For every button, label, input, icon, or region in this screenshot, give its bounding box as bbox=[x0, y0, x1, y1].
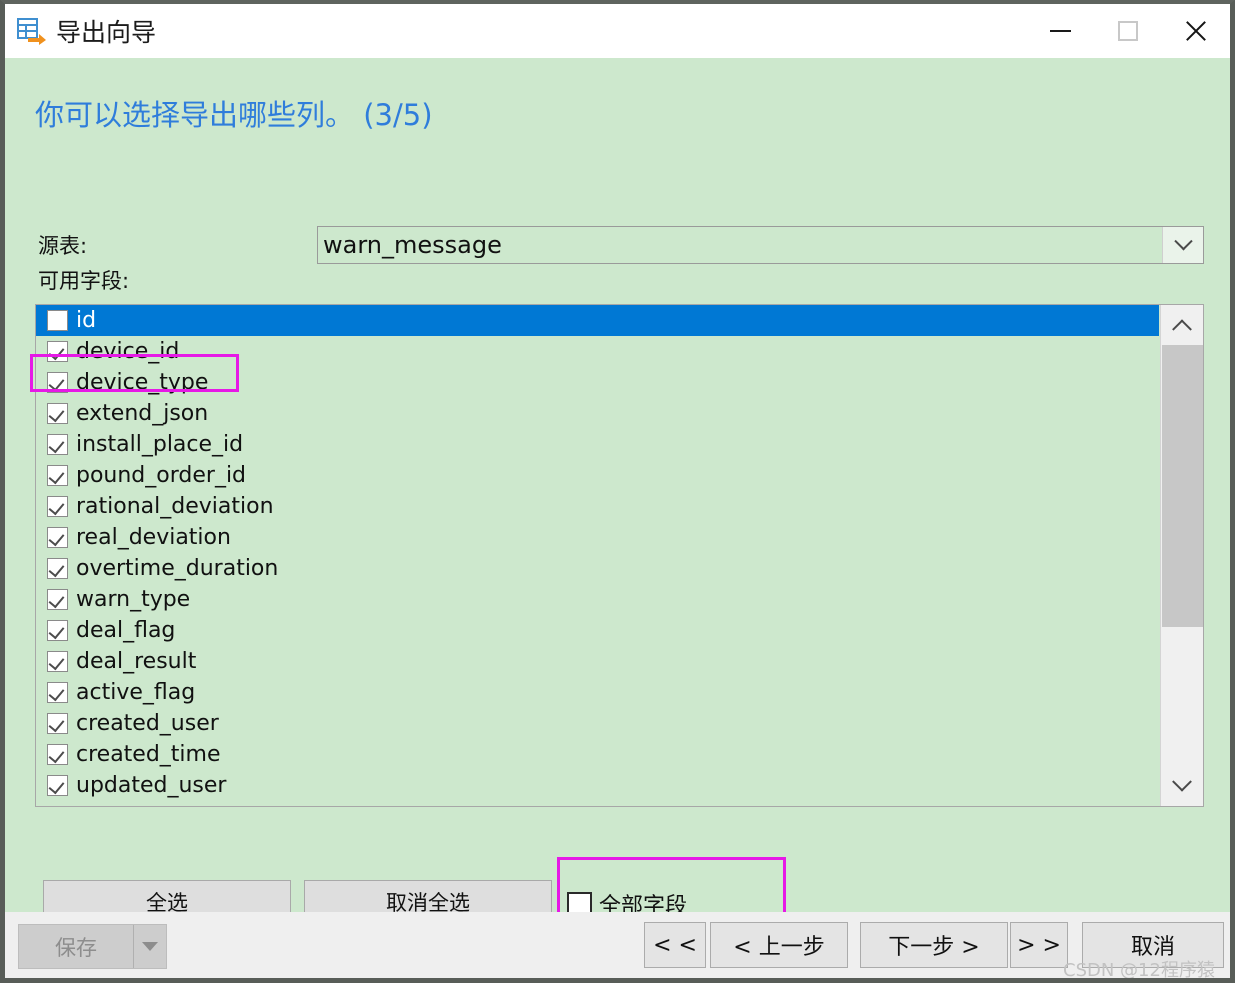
title-bar: 导出向导 bbox=[5, 4, 1230, 58]
first-step-button[interactable]: < < bbox=[644, 922, 706, 968]
field-list-item[interactable]: created_user bbox=[36, 708, 1159, 739]
window-title: 导出向导 bbox=[56, 13, 156, 49]
field-list-item[interactable]: deal_result bbox=[36, 646, 1159, 677]
available-fields-listbox[interactable]: id device_id device_type extend_jsoninstall… bbox=[35, 304, 1204, 807]
field-checkbox[interactable] bbox=[47, 775, 68, 796]
scroll-up-button[interactable] bbox=[1161, 305, 1203, 345]
close-icon bbox=[1183, 18, 1209, 44]
field-label: overtime_duration bbox=[76, 558, 278, 580]
field-list-item[interactable]: updated_user bbox=[36, 770, 1159, 801]
chevron-down-icon[interactable] bbox=[1162, 227, 1203, 263]
save-split-button[interactable]: 保存 bbox=[18, 924, 167, 969]
export-table-icon bbox=[16, 17, 46, 45]
field-label: device_id bbox=[76, 341, 179, 363]
field-list-item[interactable]: active_flag bbox=[36, 677, 1159, 708]
field-list-item[interactable]: install_place_id bbox=[36, 429, 1159, 460]
wizard-content: 你可以选择导出哪些列。 (3/5) 源表: warn_message 可用字段:… bbox=[5, 58, 1230, 912]
field-checkbox[interactable] bbox=[47, 434, 68, 455]
export-wizard-window: 导出向导 你可以选择导出哪些列。 (3/5) 源表: warn_message … bbox=[0, 0, 1235, 983]
maximize-button[interactable] bbox=[1094, 4, 1162, 58]
field-label: real_deviation bbox=[76, 527, 231, 549]
field-list-item[interactable]: overtime_duration bbox=[36, 553, 1159, 584]
chevron-down-icon bbox=[1172, 772, 1192, 792]
field-checkbox[interactable] bbox=[47, 310, 68, 331]
last-step-button[interactable]: > > bbox=[1010, 922, 1068, 968]
previous-step-button[interactable]: < 上一步 bbox=[710, 922, 848, 968]
source-table-value: warn_message bbox=[318, 231, 1162, 259]
field-checkbox[interactable] bbox=[47, 527, 68, 548]
field-label: active_flag bbox=[76, 682, 195, 704]
window-controls bbox=[1026, 4, 1230, 58]
field-label: rational_deviation bbox=[76, 496, 274, 518]
field-list-item[interactable]: device_type bbox=[36, 367, 1159, 398]
source-table-label: 源表: bbox=[38, 230, 87, 260]
field-list-item[interactable]: rational_deviation bbox=[36, 491, 1159, 522]
field-list-item[interactable]: extend_json bbox=[36, 398, 1159, 429]
field-label: extend_json bbox=[76, 403, 208, 425]
field-list-item[interactable]: device_id bbox=[36, 336, 1159, 367]
chevron-up-icon bbox=[1172, 319, 1192, 339]
field-list-item[interactable]: deal_flag bbox=[36, 615, 1159, 646]
field-checkbox[interactable] bbox=[47, 589, 68, 610]
field-checkbox[interactable] bbox=[47, 744, 68, 765]
field-label: created_user bbox=[76, 713, 219, 735]
field-label: pound_order_id bbox=[76, 465, 246, 487]
field-checkbox[interactable] bbox=[47, 403, 68, 424]
field-checkbox[interactable] bbox=[47, 341, 68, 362]
field-list: id device_id device_type extend_jsoninstall… bbox=[36, 305, 1159, 806]
field-checkbox[interactable] bbox=[47, 620, 68, 641]
field-label: deal_result bbox=[76, 651, 196, 673]
triangle-down-icon bbox=[142, 942, 158, 951]
scrollbar-thumb[interactable] bbox=[1162, 345, 1203, 627]
field-list-item[interactable]: real_deviation bbox=[36, 522, 1159, 553]
field-list-item[interactable]: created_time bbox=[36, 739, 1159, 770]
field-label: updated_user bbox=[76, 775, 226, 797]
save-dropdown-button[interactable] bbox=[133, 925, 166, 968]
source-table-select[interactable]: warn_message bbox=[317, 226, 1204, 264]
maximize-icon bbox=[1118, 21, 1138, 41]
field-label: id bbox=[76, 310, 96, 332]
minimize-button[interactable] bbox=[1026, 4, 1094, 58]
page-title: 你可以选择导出哪些列。 (3/5) bbox=[35, 92, 433, 134]
watermark: CSDN @12程序猿 bbox=[1063, 956, 1215, 982]
field-checkbox[interactable] bbox=[47, 713, 68, 734]
field-list-item[interactable]: id bbox=[36, 305, 1159, 336]
scroll-down-button[interactable] bbox=[1161, 766, 1203, 806]
field-checkbox[interactable] bbox=[47, 465, 68, 486]
field-label: warn_type bbox=[76, 589, 190, 611]
field-list-scrollbar[interactable] bbox=[1160, 305, 1203, 806]
next-step-button[interactable]: 下一步 > bbox=[860, 922, 1008, 968]
field-label: device_type bbox=[76, 372, 208, 394]
field-checkbox[interactable] bbox=[47, 558, 68, 579]
field-checkbox[interactable] bbox=[47, 682, 68, 703]
save-button[interactable]: 保存 bbox=[19, 925, 133, 968]
field-label: install_place_id bbox=[76, 434, 243, 456]
minimize-icon bbox=[1050, 30, 1071, 32]
field-list-item[interactable]: pound_order_id bbox=[36, 460, 1159, 491]
field-label: deal_flag bbox=[76, 620, 175, 642]
field-list-item[interactable]: warn_type bbox=[36, 584, 1159, 615]
field-label: created_time bbox=[76, 744, 221, 766]
field-checkbox[interactable] bbox=[47, 651, 68, 672]
field-checkbox[interactable] bbox=[47, 496, 68, 517]
available-fields-label: 可用字段: bbox=[38, 265, 129, 295]
close-button[interactable] bbox=[1162, 4, 1230, 58]
field-checkbox[interactable] bbox=[47, 372, 68, 393]
